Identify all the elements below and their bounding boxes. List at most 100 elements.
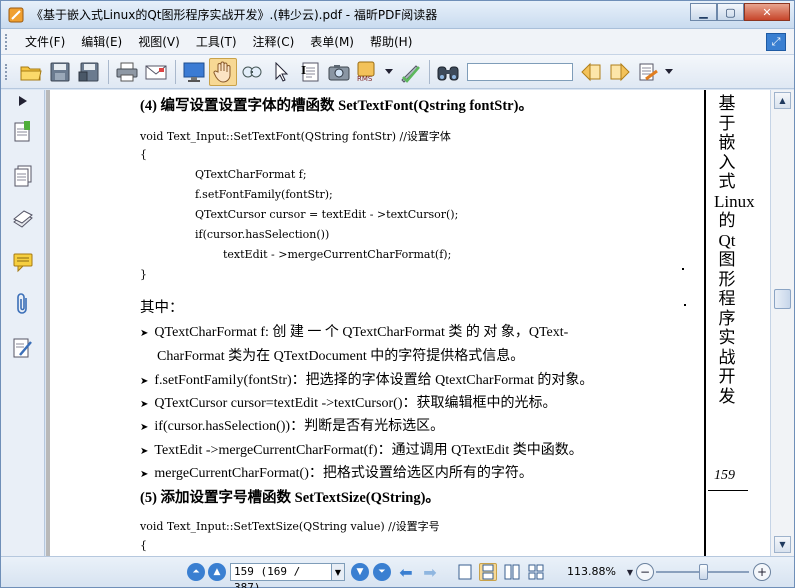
window-title: 《基于嵌入式Linux的Qt图形程序实战开发》.(韩少云).pdf - 福昕PD… (31, 8, 438, 22)
previous-page-icon[interactable]: ▲ (208, 563, 226, 581)
back-icon[interactable]: ⬅ (397, 563, 415, 582)
paragraph-label: 其中： (140, 300, 184, 316)
search-options-dropdown-icon[interactable] (664, 58, 674, 86)
bullet-arrow-icon: ➤ (140, 399, 149, 410)
menu-edit[interactable]: 编辑(E) (73, 33, 130, 50)
code-line: { (140, 539, 147, 552)
continuous-facing-icon[interactable] (527, 563, 545, 581)
zoom-out-icon[interactable]: − (636, 563, 654, 581)
window-controls: ▁ ▢ ✕ (690, 3, 790, 21)
find-icon[interactable] (434, 58, 462, 86)
continuous-page-icon[interactable] (479, 563, 497, 581)
menu-grip[interactable] (5, 33, 9, 50)
code-line: void Text_Input::SetTextSize(QString val… (140, 520, 440, 533)
forward-icon[interactable]: ➡ (421, 563, 439, 582)
toolbar-separator (429, 59, 430, 84)
scroll-up-icon[interactable]: ▲ (774, 92, 791, 109)
select-arrow-icon[interactable] (267, 58, 295, 86)
zoom-in-icon[interactable]: + (753, 563, 771, 581)
close-button[interactable]: ✕ (744, 3, 790, 21)
scan-speck (684, 304, 686, 306)
snapshot-icon[interactable] (325, 58, 353, 86)
title-bar: 《基于嵌入式Linux的Qt图形程序实战开发》.(韩少云).pdf - 福昕PD… (1, 1, 794, 29)
facing-pages-icon[interactable] (503, 563, 521, 581)
bullet-arrow-icon: ➤ (140, 376, 149, 387)
toolbar-separator (108, 59, 109, 84)
layers-icon[interactable] (11, 208, 35, 232)
code-line: if(cursor.hasSelection()) (195, 228, 330, 241)
menu-tools[interactable]: 工具(T) (188, 33, 245, 50)
code-line: QTextCursor cursor = textEdit - >textCur… (195, 208, 459, 221)
scroll-thumb[interactable] (774, 289, 791, 309)
find-next-icon[interactable] (606, 58, 634, 86)
page-edge (46, 90, 50, 556)
rms-icon[interactable]: RMS (354, 58, 382, 86)
save-as-icon[interactable] (75, 58, 103, 86)
menu-comment[interactable]: 注释(C) (245, 33, 303, 50)
bullet-text: f.setFontFamily(fontStr)：把选择的字体设置给 Qtext… (154, 373, 594, 388)
page-dropdown-icon[interactable]: ▼ (332, 563, 345, 581)
book-side-title: 基于嵌入式Linux的Qt图形程序实战开发 (714, 94, 755, 406)
search-input[interactable] (467, 62, 573, 81)
menu-form[interactable]: 表单(M) (302, 33, 362, 50)
foxit-app-icon[interactable] (7, 6, 25, 24)
bullet-text: QTextCharFormat f: 创 建 一 个 QTextCharForm… (154, 325, 569, 340)
signatures-icon[interactable] (11, 336, 35, 360)
bullet-item: ➤ QTextCursor cursor=textEdit ->textCurso… (140, 392, 556, 412)
first-page-icon[interactable]: ⏶ (187, 563, 205, 581)
code-line: } (140, 268, 147, 281)
bullet-arrow-icon: ➤ (140, 469, 149, 480)
code-line: f.setFontFamily(fontStr); (195, 188, 333, 201)
pages-thumbnail-icon[interactable] (11, 164, 35, 188)
document-view[interactable]: (4) 编写设置设置字体的槽函数 SetTextFont(Qstring fon… (46, 90, 770, 556)
scan-speck (682, 268, 684, 270)
margin-rule (704, 90, 706, 556)
sign-icon[interactable] (396, 58, 424, 86)
code-line: textEdit - >mergeCurrentCharFormat(f); (223, 248, 452, 261)
bullet-item: ➤ QTextCharFormat f: 创 建 一 个 QTextCharFor… (140, 321, 568, 341)
search-options-icon[interactable] (635, 58, 663, 86)
maximize-button[interactable]: ▢ (717, 3, 744, 21)
toolbar: I RMS (1, 55, 794, 89)
print-icon[interactable] (113, 58, 141, 86)
page-number-field[interactable]: 159 (169 / 387) (230, 563, 332, 588)
bullet-arrow-icon: ➤ (140, 446, 149, 457)
bullet-text: mergeCurrentCharFormat()：把格式设置给选区内所有的字符。 (154, 466, 533, 481)
next-page-icon[interactable]: ▼ (351, 563, 369, 581)
rms-dropdown-icon[interactable] (383, 58, 395, 86)
email-icon[interactable] (142, 58, 170, 86)
bullet-item: ➤ mergeCurrentCharFormat()：把格式设置给选区内所有的字符… (140, 462, 533, 482)
code-line: QTextCharFormat f; (195, 168, 307, 181)
corner-resize-icon[interactable]: ⤢ (766, 33, 786, 51)
zoom-slider-thumb[interactable] (699, 564, 708, 580)
find-previous-icon[interactable] (577, 58, 605, 86)
open-icon[interactable] (17, 58, 45, 86)
page-number-rule (708, 490, 748, 491)
fullscreen-icon[interactable] (180, 58, 208, 86)
toolbar-separator (175, 59, 176, 84)
bullet-text: if(cursor.hasSelection())：判断是否有光标选区。 (154, 419, 445, 434)
text-select-icon[interactable]: I (296, 58, 324, 86)
menu-file[interactable]: 文件(F) (17, 33, 73, 50)
menu-help[interactable]: 帮助(H) (362, 33, 420, 50)
menu-view[interactable]: 视图(V) (130, 33, 188, 50)
section-heading: (4) 编写设置设置字体的槽函数 SetTextFont(Qstring fon… (140, 98, 533, 114)
minimize-button[interactable]: ▁ (690, 3, 717, 21)
hand-tool-icon[interactable] (209, 57, 237, 86)
svg-text:I: I (301, 64, 306, 77)
expand-panel-icon[interactable] (11, 93, 35, 109)
vertical-scrollbar[interactable]: ▲ ▼ (770, 90, 794, 556)
scroll-down-icon[interactable]: ▼ (774, 536, 791, 553)
bullet-arrow-icon: ➤ (140, 328, 149, 339)
last-page-icon[interactable]: ⏷ (373, 563, 391, 581)
bookmarks-icon[interactable] (11, 120, 35, 144)
toolbar-grip[interactable] (5, 63, 9, 80)
attachments-icon[interactable] (11, 292, 35, 316)
bullet-item: ➤ f.setFontFamily(fontStr)：把选择的字体设置给 Qtex… (140, 369, 593, 389)
save-icon[interactable] (46, 58, 74, 86)
zoom-tool-icon[interactable] (238, 58, 266, 86)
section-heading: (5) 添加设置字号槽函数 SetTextSize(QString)。 (140, 490, 440, 506)
bullet-item: ➤ TextEdit ->mergeCurrentCharFormat(f)：通过… (140, 439, 583, 459)
single-page-icon[interactable] (456, 563, 474, 581)
comments-icon[interactable] (11, 250, 35, 274)
